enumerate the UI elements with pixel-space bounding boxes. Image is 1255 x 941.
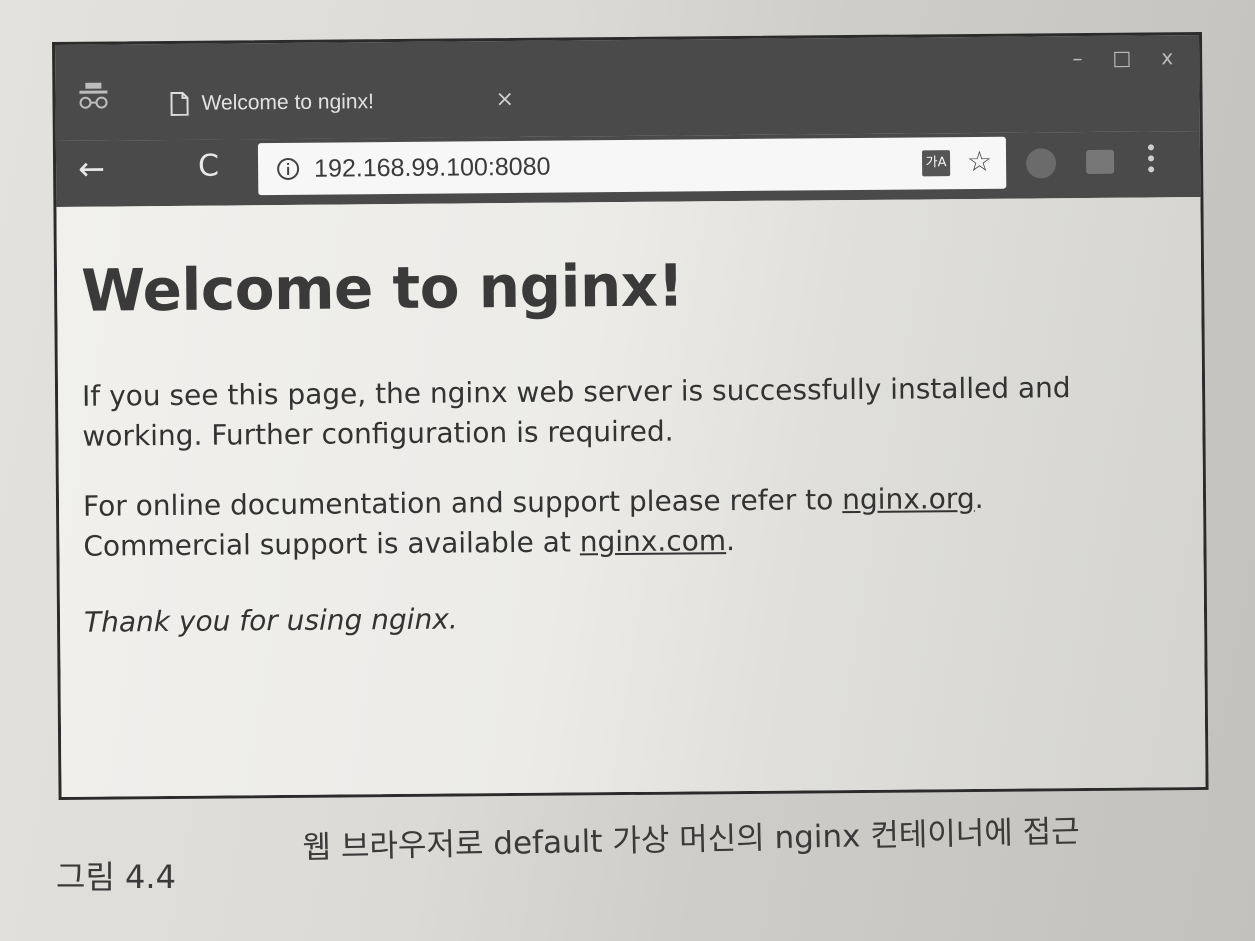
translate-icon[interactable]: 가A bbox=[921, 150, 951, 177]
nginx-com-link[interactable]: nginx.com bbox=[580, 524, 727, 558]
page-heading: Welcome to nginx! bbox=[80, 251, 684, 325]
url-text[interactable]: 192.168.99.100:8080 bbox=[314, 153, 551, 184]
profile-avatar-icon[interactable] bbox=[1025, 148, 1057, 179]
maximize-icon[interactable]: □ bbox=[1112, 46, 1131, 70]
tab-close-icon[interactable]: × bbox=[495, 87, 514, 112]
file-icon bbox=[170, 91, 189, 116]
nginx-org-link[interactable]: nginx.org bbox=[842, 482, 975, 516]
window-controls: – □ x bbox=[1072, 45, 1173, 70]
browser-window: Welcome to nginx! × – □ x ← C 192.168.99… bbox=[52, 31, 1209, 800]
reload-icon[interactable]: C bbox=[198, 149, 219, 184]
book-page: Welcome to nginx! × – □ x ← C 192.168.99… bbox=[0, 0, 1255, 941]
minimize-icon[interactable]: – bbox=[1072, 46, 1082, 70]
address-bar[interactable]: 192.168.99.100:8080 가A ☆ bbox=[257, 136, 1007, 196]
tab-nginx[interactable]: Welcome to nginx! × bbox=[149, 74, 520, 141]
tab-bar: Welcome to nginx! × – □ x bbox=[55, 34, 1200, 141]
docs-paragraph: For online documentation and support ple… bbox=[83, 477, 1164, 566]
thanks-text: Thank you for using nginx. bbox=[83, 602, 458, 639]
figure-number: 그림 4.4 bbox=[56, 858, 176, 896]
docs-text: For online documentation and support ple… bbox=[82, 483, 843, 523]
tab-title: Welcome to nginx! bbox=[201, 90, 374, 115]
intro-paragraph: If you see this page, the nginx web serv… bbox=[81, 371, 1071, 453]
docs-period: . bbox=[974, 481, 984, 515]
commercial-text: Commercial support is available at bbox=[83, 525, 580, 563]
incognito-icon bbox=[79, 82, 108, 109]
bookmark-star-icon[interactable]: ☆ bbox=[967, 145, 992, 178]
info-icon[interactable] bbox=[276, 157, 300, 181]
browser-toolbar: ← C 192.168.99.100:8080 가A ☆ bbox=[55, 130, 1201, 207]
extension-icon[interactable] bbox=[1085, 149, 1115, 174]
page-content: Welcome to nginx! If you see this page, … bbox=[56, 196, 1206, 797]
commercial-period: . bbox=[725, 524, 736, 558]
figure-caption: 웹 브라우저로 default 가상 머신의 nginx 컨테이너에 접근 bbox=[302, 813, 1081, 866]
more-menu-icon[interactable] bbox=[1147, 141, 1156, 181]
back-arrow-icon[interactable]: ← bbox=[78, 150, 105, 188]
close-window-icon[interactable]: x bbox=[1161, 45, 1173, 69]
